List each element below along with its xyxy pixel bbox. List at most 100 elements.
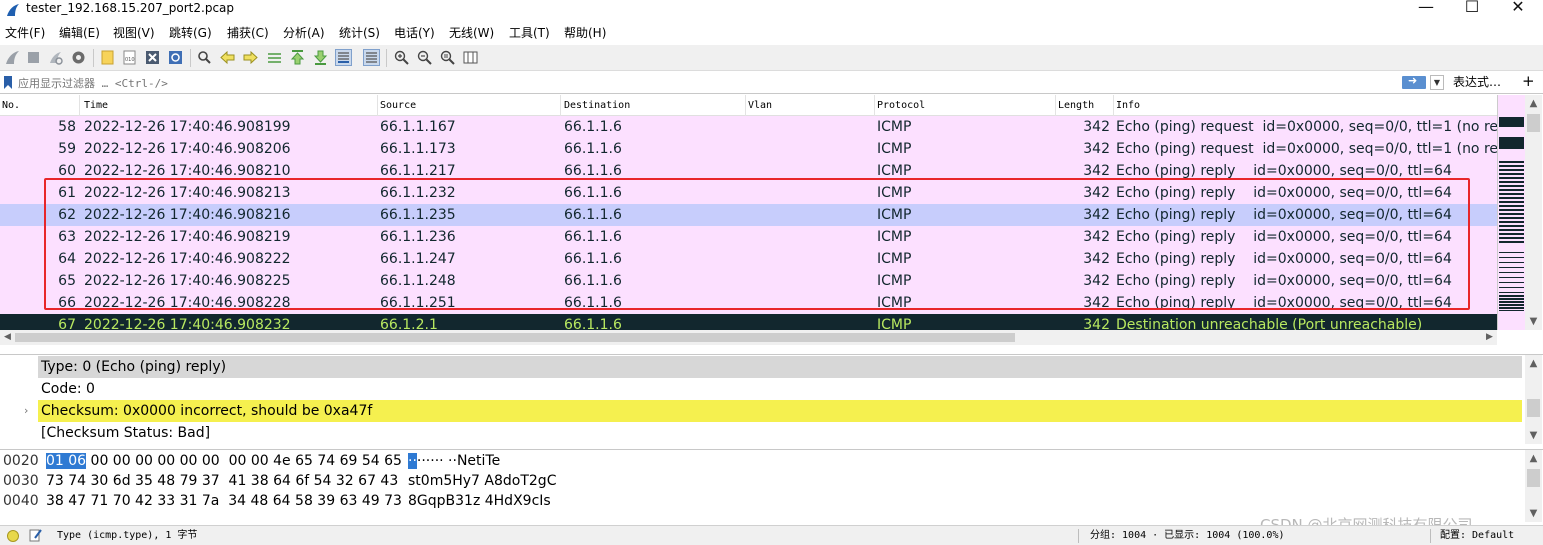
apply-filter-arrow-icon[interactable] — [1402, 74, 1426, 89]
restart-capture-icon[interactable] — [47, 49, 64, 66]
bytes-scroll-down-icon[interactable]: ▼ — [1525, 505, 1542, 522]
column-header-destination[interactable]: Destination — [562, 95, 746, 116]
packet-protocol: ICMP — [877, 317, 912, 330]
open-file-icon[interactable] — [99, 49, 116, 66]
packet-protocol: ICMP — [877, 229, 912, 245]
packet-row[interactable]: 59 2022-12-26 17:40:46.908206 66.1.1.173 66… — [0, 138, 1497, 160]
display-filter-input[interactable] — [18, 74, 1398, 92]
details-scroll-down-icon[interactable]: ▼ — [1525, 427, 1542, 444]
menu-bar: 文件(F) 编辑(E) 视图(V) 跳转(G) 捕获(C) 分析(A) 统计(S… — [0, 22, 1543, 44]
colorize-list-icon[interactable] — [363, 49, 380, 66]
column-header-protocol[interactable]: Protocol — [875, 95, 1056, 116]
menu-tools[interactable]: 工具(T) — [509, 26, 550, 40]
ascii-bytes: ········ ··NetiTe — [408, 451, 500, 471]
bookmark-icon[interactable] — [4, 76, 12, 89]
menu-help[interactable]: 帮助(H) — [564, 26, 606, 40]
column-header-vlan[interactable]: Vlan — [746, 95, 875, 116]
menu-wireless[interactable]: 无线(W) — [449, 26, 494, 40]
packet-no: 61 — [58, 185, 76, 201]
ascii-rest: st0m5Hy7 A8doT2gC — [408, 473, 557, 489]
detail-tree-item[interactable]: › Checksum: 0x0000 incorrect, should be 0… — [24, 400, 1522, 422]
first-packet-icon[interactable] — [289, 49, 306, 66]
filter-history-dropdown[interactable]: ▼ — [1430, 75, 1444, 90]
column-header-info[interactable]: Info — [1114, 95, 1497, 116]
column-header-source[interactable]: Source — [378, 95, 561, 116]
bytes-vscrollbar[interactable]: ▲ ▼ — [1525, 450, 1542, 522]
column-header-no[interactable]: No. — [0, 95, 80, 116]
expert-info-icon[interactable] — [7, 530, 19, 542]
selected-field-status: Type (icmp.type), 1 字节 — [57, 530, 198, 541]
add-filter-button[interactable]: + — [1522, 73, 1535, 89]
packet-time: 2022-12-26 17:40:46.908206 — [84, 141, 291, 157]
packet-list-vscrollbar[interactable]: ▲ ▼ — [1525, 95, 1542, 330]
maximize-button[interactable]: ☐ — [1449, 0, 1495, 19]
packet-row[interactable]: 61 2022-12-26 17:40:46.908213 66.1.1.232 66… — [0, 182, 1497, 204]
packet-list-hscrollbar[interactable]: ◀ ▶ — [0, 330, 1497, 345]
details-vscrollbar[interactable]: ▲ ▼ — [1525, 355, 1542, 444]
menu-capture[interactable]: 捕获(C) — [227, 26, 269, 40]
packet-row[interactable]: 58 2022-12-26 17:40:46.908199 66.1.1.167 66… — [0, 116, 1497, 138]
reload-file-icon[interactable] — [167, 49, 184, 66]
packet-row[interactable]: 60 2022-12-26 17:40:46.908210 66.1.1.217 66… — [0, 160, 1497, 182]
status-bar: Type (icmp.type), 1 字节 分组: 1004 · 已显示: 1… — [0, 525, 1543, 545]
capture-options-gear-icon[interactable] — [70, 49, 87, 66]
scroll-down-arrow-icon[interactable]: ▼ — [1525, 313, 1542, 330]
menu-file[interactable]: 文件(F) — [5, 26, 45, 40]
minimize-button[interactable]: — — [1403, 0, 1449, 19]
packet-time: 2022-12-26 17:40:46.908213 — [84, 185, 291, 201]
menu-view[interactable]: 视图(V) — [113, 26, 155, 40]
packet-row[interactable]: 64 2022-12-26 17:40:46.908222 66.1.1.247 66… — [0, 248, 1497, 270]
zoom-in-icon[interactable] — [393, 49, 410, 66]
hex-dump-row[interactable]: 0030 73 74 30 6d 35 48 79 37 41 38 64 6f … — [0, 471, 1522, 491]
packet-row[interactable]: 65 2022-12-26 17:40:46.908225 66.1.1.248 66… — [0, 270, 1497, 292]
scroll-up-arrow-icon[interactable]: ▲ — [1525, 95, 1542, 112]
hex-bytes-rest: 00 00 00 00 00 00 00 00 4e 65 74 69 54 6… — [86, 453, 402, 469]
packet-destination: 66.1.1.6 — [564, 119, 622, 135]
stop-capture-icon[interactable] — [25, 49, 42, 66]
expand-chevron-icon[interactable]: › — [24, 400, 28, 422]
menu-go[interactable]: 跳转(G) — [169, 26, 212, 40]
menu-analyze[interactable]: 分析(A) — [283, 26, 325, 40]
zoom-out-icon[interactable] — [416, 49, 433, 66]
detail-tree-item[interactable]: Code: 0 — [0, 378, 1522, 400]
start-capture-icon[interactable] — [4, 49, 21, 66]
packet-destination: 66.1.1.6 — [564, 185, 622, 201]
close-button[interactable]: ✕ — [1495, 0, 1541, 19]
packet-source: 66.1.1.247 — [380, 251, 456, 267]
detail-tree-item[interactable]: [Checksum Status: Bad] — [0, 422, 1522, 444]
packet-row-selected[interactable]: 62 2022-12-26 17:40:46.908216 66.1.1.235 66… — [0, 204, 1497, 226]
normal-size-icon[interactable] — [439, 49, 456, 66]
packet-row[interactable]: 63 2022-12-26 17:40:46.908219 66.1.1.236 66… — [0, 226, 1497, 248]
hex-bytes: 38 47 71 70 42 33 31 7a 34 48 64 58 39 6… — [46, 491, 402, 511]
go-forward-icon[interactable] — [242, 49, 259, 66]
detail-tree-item[interactable]: Type: 0 (Echo (ping) reply) — [38, 356, 1522, 378]
column-header-length[interactable]: Length — [1056, 95, 1114, 116]
column-header-time[interactable]: Time — [82, 95, 378, 116]
packet-destination: 66.1.1.6 — [564, 163, 622, 179]
go-back-icon[interactable] — [219, 49, 236, 66]
details-scroll-up-icon[interactable]: ▲ — [1525, 355, 1542, 372]
menu-telephony[interactable]: 电话(Y) — [394, 26, 435, 40]
find-packet-icon[interactable] — [196, 49, 213, 66]
scroll-right-arrow-icon[interactable]: ▶ — [1482, 330, 1497, 345]
resize-columns-icon[interactable] — [462, 49, 479, 66]
packet-time: 2022-12-26 17:40:46.908222 — [84, 251, 291, 267]
packet-time: 2022-12-26 17:40:46.908210 — [84, 163, 291, 179]
profile-status[interactable]: 配置: Default — [1440, 526, 1514, 545]
bytes-scroll-up-icon[interactable]: ▲ — [1525, 450, 1542, 467]
auto-scroll-icon[interactable] — [335, 49, 352, 66]
scroll-left-arrow-icon[interactable]: ◀ — [0, 330, 15, 345]
packet-row[interactable]: 66 2022-12-26 17:40:46.908228 66.1.1.251 66… — [0, 292, 1497, 314]
hex-dump-row[interactable]: 0040 38 47 71 70 42 33 31 7a 34 48 64 58 … — [0, 491, 1522, 511]
packet-row[interactable]: 67 2022-12-26 17:40:46.908232 66.1.2.1 66.1… — [0, 314, 1497, 330]
menu-edit[interactable]: 编辑(E) — [59, 26, 100, 40]
expression-button[interactable]: 表达式… — [1453, 75, 1501, 89]
go-to-packet-icon[interactable] — [266, 49, 283, 66]
packet-minimap[interactable] — [1497, 95, 1525, 330]
menu-statistics[interactable]: 统计(S) — [339, 26, 380, 40]
edit-comment-icon[interactable] — [29, 528, 43, 542]
save-file-icon[interactable]: 010 — [121, 49, 138, 66]
last-packet-icon[interactable] — [312, 49, 329, 66]
close-file-icon[interactable] — [144, 49, 161, 66]
hex-dump-row[interactable]: 0020 01 06 00 00 00 00 00 00 00 00 4e 65 … — [0, 451, 1522, 471]
